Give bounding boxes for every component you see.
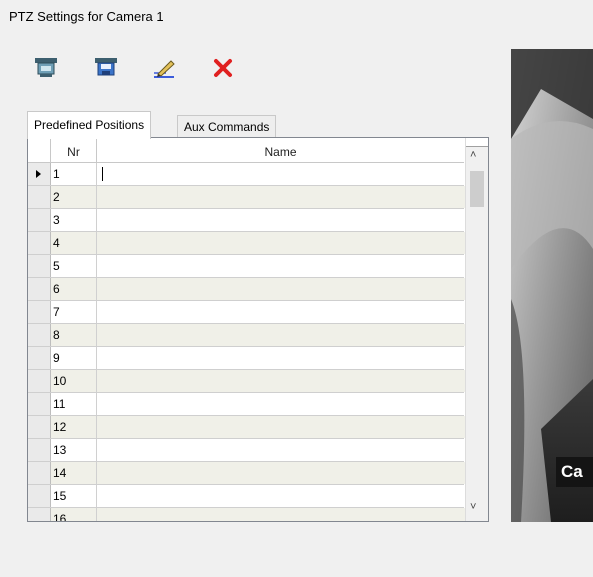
cell-nr[interactable]: 6 [51, 278, 97, 300]
row-selector[interactable] [28, 462, 51, 484]
camera-video-preview: Ca [511, 49, 593, 522]
tab-predefined-positions[interactable]: Predefined Positions [27, 111, 152, 139]
save-preset-button[interactable] [93, 55, 119, 81]
row-selector-header [28, 138, 51, 162]
cell-name[interactable] [97, 416, 468, 438]
table-row[interactable]: 12 [28, 416, 468, 439]
cell-name[interactable] [97, 462, 468, 484]
table-row[interactable]: 8 [28, 324, 468, 347]
row-selector[interactable] [28, 347, 51, 369]
table-row[interactable]: 4 [28, 232, 468, 255]
table-row[interactable]: 9 [28, 347, 464, 370]
row-selector[interactable] [28, 163, 51, 185]
row-selector[interactable] [28, 485, 51, 507]
row-selector[interactable] [28, 301, 51, 323]
cell-name[interactable] [97, 439, 468, 461]
cell-nr[interactable]: 1 [51, 163, 97, 185]
edit-button[interactable] [151, 55, 177, 81]
camera-preset-icon [35, 58, 57, 77]
table-row[interactable]: 15 [28, 485, 464, 508]
cell-nr[interactable]: 14 [51, 462, 97, 484]
cell-name[interactable] [97, 508, 468, 521]
column-header-nr[interactable]: Nr [51, 138, 97, 162]
vertical-scrollbar[interactable]: ˄ ˅ [465, 138, 488, 521]
table-row[interactable]: 16 [28, 508, 468, 521]
cell-nr[interactable]: 9 [51, 347, 97, 369]
cell-name[interactable] [97, 324, 468, 346]
cell-name[interactable] [97, 485, 468, 507]
cell-nr[interactable]: 13 [51, 439, 97, 461]
cell-name[interactable] [97, 232, 468, 254]
table-row[interactable]: 11 [28, 393, 464, 416]
cell-name[interactable] [97, 186, 468, 208]
cell-name[interactable] [97, 370, 468, 392]
row-selector[interactable] [28, 232, 51, 254]
scroll-down-icon[interactable]: ˅ [470, 501, 476, 513]
video-overlay-label: Ca [556, 457, 593, 487]
cell-name[interactable] [97, 393, 468, 415]
scrollbar-thumb[interactable] [470, 171, 484, 207]
row-selector[interactable] [28, 416, 51, 438]
row-selector[interactable] [28, 393, 51, 415]
table-row[interactable]: 7 [28, 301, 464, 324]
cell-nr[interactable]: 12 [51, 416, 97, 438]
positions-table: Nr Name 1 2 3 4 5 6 7 8 9 10 11 12 13 14 15 16 ˄ ˅ [27, 137, 489, 522]
window-title: PTZ Settings for Camera 1 [9, 9, 164, 24]
table-row[interactable]: 10 [28, 370, 468, 393]
camera-preset-button[interactable] [33, 55, 59, 81]
column-header-name[interactable]: Name [97, 138, 464, 162]
current-row-icon [36, 170, 41, 178]
scroll-up-icon[interactable]: ˄ [470, 149, 476, 161]
cell-nr[interactable]: 4 [51, 232, 97, 254]
row-selector[interactable] [28, 255, 51, 277]
row-selector[interactable] [28, 439, 51, 461]
cell-name[interactable] [97, 347, 468, 369]
table-row[interactable]: 2 [28, 186, 468, 209]
table-row[interactable]: 5 [28, 255, 464, 278]
row-selector[interactable] [28, 186, 51, 208]
save-preset-icon [95, 58, 117, 76]
row-selector[interactable] [28, 324, 51, 346]
tab-aux-commands[interactable]: Aux Commands [177, 115, 277, 138]
edit-icon [154, 60, 175, 78]
table-row[interactable]: 1 [28, 163, 468, 186]
cell-name[interactable] [97, 301, 468, 323]
cell-nr[interactable]: 10 [51, 370, 97, 392]
cell-name[interactable] [97, 255, 468, 277]
table-row[interactable]: 3 [28, 209, 464, 232]
table-row[interactable]: 6 [28, 278, 468, 301]
cell-nr[interactable]: 11 [51, 393, 97, 415]
cell-nr[interactable]: 16 [51, 508, 97, 521]
row-selector[interactable] [28, 209, 51, 231]
cell-name[interactable] [97, 209, 468, 231]
table-header: Nr Name [28, 138, 464, 163]
cell-nr[interactable]: 2 [51, 186, 97, 208]
row-selector[interactable] [28, 370, 51, 392]
cell-nr[interactable]: 5 [51, 255, 97, 277]
table-body: 1 2 3 4 5 6 7 8 9 10 11 12 13 14 15 16 [28, 163, 468, 521]
row-selector[interactable] [28, 508, 51, 521]
row-selector[interactable] [28, 278, 51, 300]
video-frame-image [511, 49, 593, 522]
table-row[interactable]: 14 [28, 462, 468, 485]
delete-button[interactable] [210, 55, 236, 81]
cell-nr[interactable]: 3 [51, 209, 97, 231]
delete-icon [214, 59, 232, 77]
cell-nr[interactable]: 7 [51, 301, 97, 323]
cell-name[interactable] [97, 163, 468, 185]
text-cursor [102, 167, 103, 181]
cell-name[interactable] [97, 278, 468, 300]
scrollbar-cap [466, 138, 488, 147]
table-row[interactable]: 13 [28, 439, 464, 462]
cell-nr[interactable]: 8 [51, 324, 97, 346]
cell-nr[interactable]: 15 [51, 485, 97, 507]
